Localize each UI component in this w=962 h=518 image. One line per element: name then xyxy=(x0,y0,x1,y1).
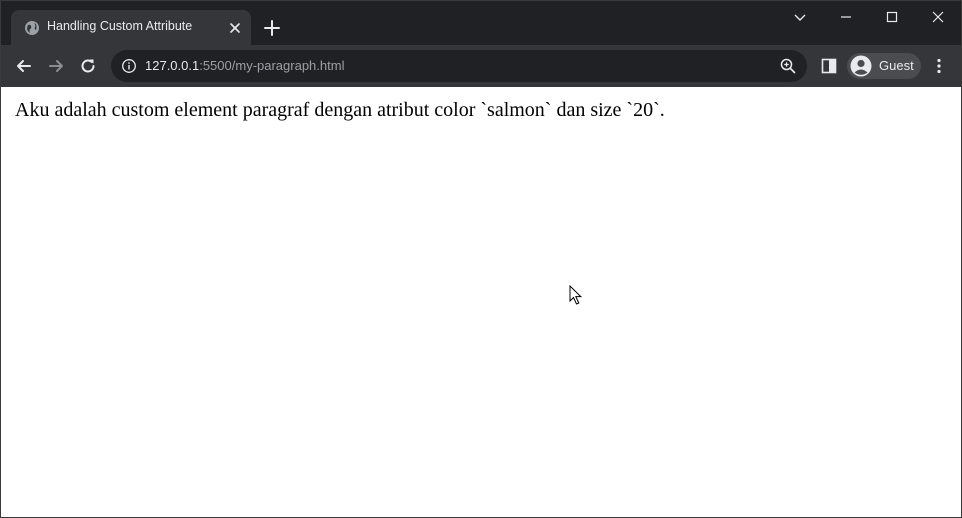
browser-toolbar: 127.0.0.1:5500/my-paragraph.html Guest xyxy=(1,45,961,87)
address-bar[interactable]: 127.0.0.1:5500/my-paragraph.html xyxy=(111,50,807,82)
profile-label: Guest xyxy=(879,58,914,73)
url-text: 127.0.0.1:5500/my-paragraph.html xyxy=(145,58,344,73)
tab-search-chevron-down-icon[interactable] xyxy=(790,7,810,27)
mouse-cursor-icon xyxy=(569,284,583,306)
info-icon[interactable] xyxy=(121,58,137,74)
tab-strip: Handling Custom Attribute xyxy=(1,1,961,45)
close-window-button[interactable] xyxy=(928,7,948,27)
profile-button[interactable]: Guest xyxy=(847,53,921,79)
maximize-button[interactable] xyxy=(882,7,902,27)
new-tab-button[interactable] xyxy=(263,19,281,37)
tab-active[interactable]: Handling Custom Attribute xyxy=(11,10,251,45)
tab-title: Handling Custom Attribute xyxy=(47,19,193,33)
kebab-menu-icon[interactable] xyxy=(929,56,949,76)
url-host: 127.0.0.1 xyxy=(145,58,200,73)
globe-icon xyxy=(24,20,40,36)
avatar-icon xyxy=(850,55,872,77)
custom-paragraph: Aku adalah custom element paragraf denga… xyxy=(15,99,665,121)
url-path: :5500/my-paragraph.html xyxy=(199,58,345,73)
minimize-button[interactable] xyxy=(836,7,856,27)
reload-icon[interactable] xyxy=(78,56,98,76)
page-content: Aku adalah custom element paragraf denga… xyxy=(1,87,961,517)
browser-window: Handling Custom Attribute 127.0.0.1:5500… xyxy=(0,0,962,518)
zoom-in-icon[interactable] xyxy=(779,57,797,75)
forward-arrow-icon[interactable] xyxy=(46,56,66,76)
back-arrow-icon[interactable] xyxy=(14,56,34,76)
close-icon[interactable] xyxy=(227,20,243,36)
side-panel-icon[interactable] xyxy=(819,56,839,76)
